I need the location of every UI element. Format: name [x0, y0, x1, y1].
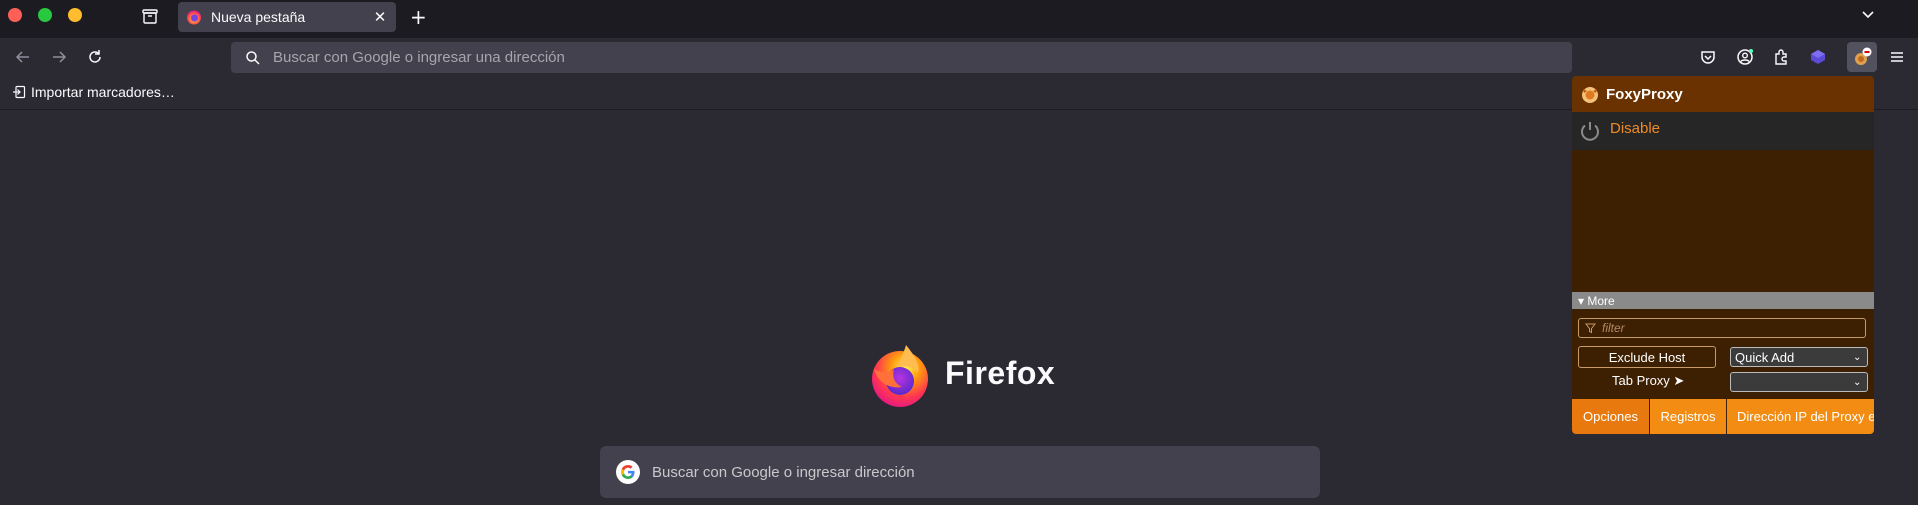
chevron-down-icon: ⌄ — [1853, 351, 1862, 363]
forward-arrow-icon[interactable] — [49, 47, 69, 67]
import-bookmarks-label: Importar marcadores… — [31, 84, 175, 100]
firefox-logo-icon — [872, 345, 928, 407]
window-minimize-button[interactable] — [38, 8, 52, 22]
url-bar-placeholder: Buscar con Google o ingresar una direcci… — [273, 49, 565, 66]
more-label: ▾ More — [1578, 293, 1615, 308]
foxyproxy-header: FoxyProxy — [1572, 76, 1874, 112]
tab-close-icon[interactable]: ✕ — [368, 8, 392, 26]
disable-label: Disable — [1610, 119, 1661, 137]
firefox-favicon-icon — [187, 10, 201, 25]
reload-icon[interactable] — [85, 47, 105, 67]
more-toggle[interactable]: ▾ More — [1572, 292, 1874, 309]
back-arrow-icon[interactable] — [13, 47, 33, 67]
tab-new-tab[interactable]: Nueva pestaña ✕ — [178, 2, 396, 32]
foxyproxy-title: FoxyProxy — [1606, 85, 1683, 103]
quick-add-select[interactable]: Quick Add ⌄ — [1730, 347, 1868, 367]
tab-strip: Nueva pestaña ✕ + — [0, 0, 1918, 38]
extension-cube-icon[interactable] — [1808, 47, 1828, 67]
tab-proxy-select[interactable]: ⌄ — [1730, 372, 1868, 392]
exclude-host-button[interactable]: Exclude Host — [1578, 346, 1716, 368]
foxyproxy-disable-option[interactable]: Disable — [1572, 112, 1874, 150]
filter-input[interactable]: filter — [1578, 318, 1866, 338]
filter-icon — [1585, 323, 1596, 333]
url-bar[interactable]: Buscar con Google o ingresar una direcci… — [231, 42, 1572, 73]
newtab-search-placeholder: Buscar con Google o ingresar dirección — [652, 463, 915, 481]
tab-label: Nueva pestaña — [211, 9, 306, 25]
import-icon — [13, 85, 26, 99]
foxyproxy-popup: FoxyProxy Disable ▾ More filter Exclude … — [1572, 76, 1874, 434]
filter-placeholder: filter — [1602, 321, 1625, 335]
extensions-puzzle-icon[interactable] — [1771, 47, 1791, 67]
window-maximize-button[interactable] — [68, 8, 82, 22]
quick-add-value: Quick Add — [1735, 349, 1795, 365]
proxy-ip-button[interactable]: Dirección IP del Proxy e — [1726, 399, 1874, 434]
hamburger-menu-icon[interactable] — [1887, 47, 1907, 67]
foxyproxy-toolbar-icon[interactable] — [1847, 42, 1877, 72]
google-logo-icon — [616, 460, 640, 484]
new-tab-plus-icon[interactable]: + — [410, 5, 427, 29]
tab-overview-icon[interactable] — [141, 7, 159, 29]
import-bookmarks-link[interactable]: Importar marcadores… — [12, 84, 175, 100]
account-icon[interactable] — [1735, 47, 1755, 67]
power-icon — [1581, 122, 1599, 141]
chevron-down-icon: ⌄ — [1853, 376, 1862, 388]
firefox-wordmark: Firefox — [945, 355, 1056, 391]
opciones-button[interactable]: Opciones — [1572, 399, 1649, 434]
search-icon — [246, 50, 260, 65]
list-all-tabs-icon[interactable] — [1860, 6, 1876, 26]
window-close-button[interactable] — [8, 8, 22, 22]
foxyproxy-logo-icon — [1582, 87, 1598, 103]
newtab-search-box[interactable]: Buscar con Google o ingresar dirección — [600, 446, 1320, 498]
registros-button[interactable]: Registros — [1649, 399, 1726, 434]
tab-proxy-label: Tab Proxy ➤ — [1612, 373, 1685, 388]
foxyproxy-footer: Opciones Registros Dirección IP del Prox… — [1572, 399, 1874, 434]
pocket-icon[interactable] — [1698, 47, 1718, 67]
